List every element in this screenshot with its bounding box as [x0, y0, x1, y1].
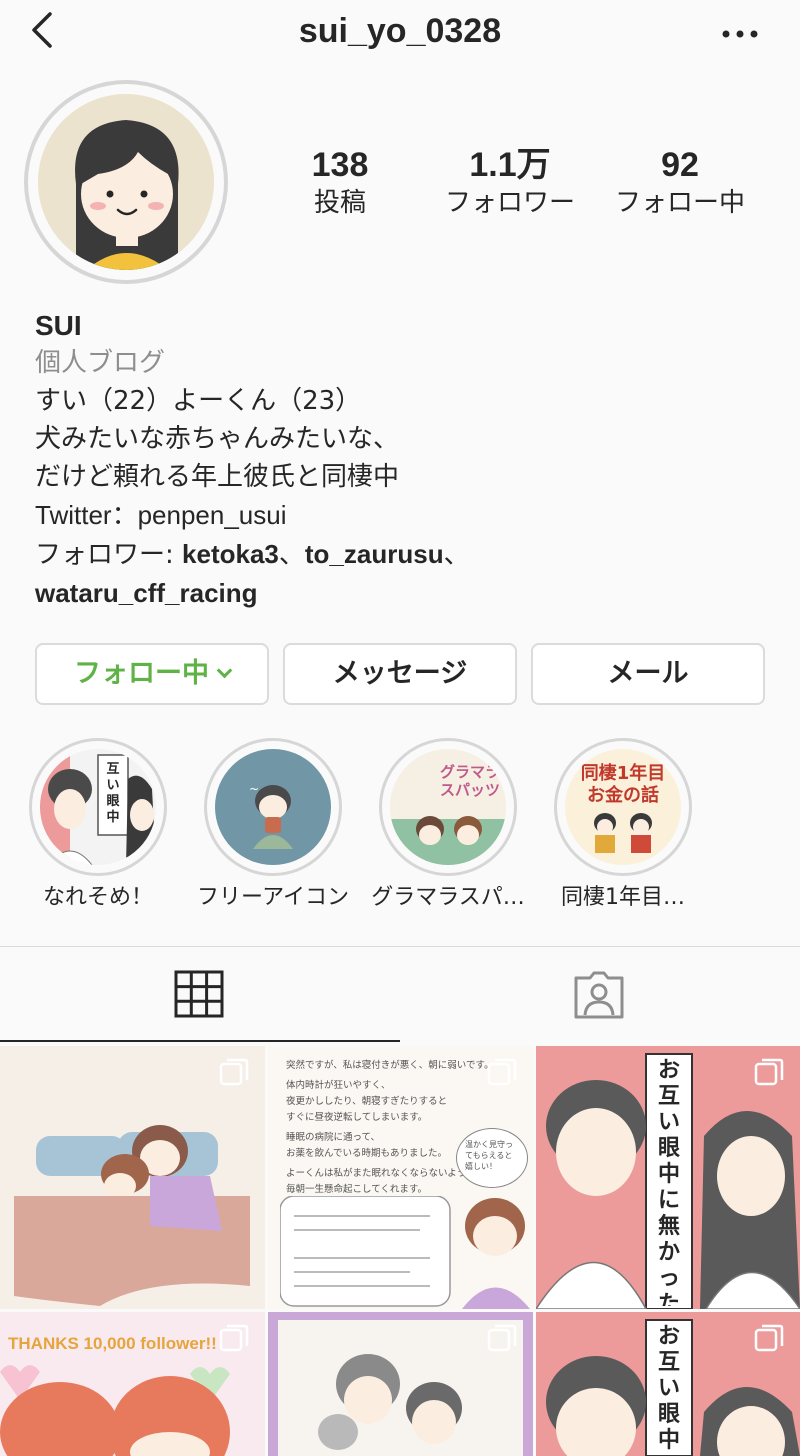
svg-text:~: ~	[249, 782, 259, 796]
highlight-label: 同棲1年目…	[561, 885, 685, 910]
stat-followers-count: 1.1万	[469, 146, 551, 184]
post-text-line: 体内時計が狂いやすく、	[286, 1080, 391, 1091]
bio-line-3: だけど頼れる年上彼氏と同棲中	[35, 462, 400, 492]
post-5[interactable]	[268, 1312, 533, 1456]
followed-by-user-3[interactable]: wataru_cff_racing	[35, 578, 258, 608]
avatar	[38, 94, 214, 270]
svg-text:お金の話: お金の話	[587, 784, 659, 806]
stat-posts-count: 138	[311, 146, 369, 184]
svg-text:中: 中	[106, 809, 119, 825]
multiple-posts-icon	[754, 1058, 784, 1086]
highlight-cover: 互 い 眼 中	[40, 749, 156, 865]
followed-by-prefix: フォロワー:	[35, 540, 183, 570]
post-text-line: 夜更かししたり、朝寝すぎたりすると	[286, 1096, 448, 1107]
post-6[interactable]: お互い眼中に無かった先輩後輩が付き合うまでの話	[536, 1312, 800, 1456]
highlight-cohabitation[interactable]: 同棲1年目 お金の話 同棲1年目…	[553, 738, 693, 910]
post-illustration	[280, 1196, 530, 1309]
highlight-label: グラマラスパ…	[371, 885, 525, 910]
multiple-posts-icon	[754, 1324, 784, 1352]
highlight-narasome[interactable]: 互 い 眼 中 なれそめ！	[28, 738, 168, 910]
following-button[interactable]: フォロー中	[35, 643, 269, 705]
tab-tagged[interactable]	[400, 946, 800, 1042]
highlight-cover: 同棲1年目 お金の話	[565, 749, 681, 865]
post-vertical-title: お互い眼中に無かった先輩後輩が付き合うまでの話③	[657, 1058, 680, 1306]
multiple-posts-icon	[487, 1324, 517, 1352]
followed-by-separator-2: 、	[443, 540, 470, 570]
highlight-free-icon[interactable]: ~ フリーアイコン	[197, 738, 349, 910]
multiple-posts-icon	[487, 1058, 517, 1086]
svg-text:同棲1年目: 同棲1年目	[581, 762, 666, 784]
post-text-line: すぐに昼夜逆転してしまいます。	[286, 1112, 428, 1123]
top-bar: sui_yo_0328	[0, 0, 800, 70]
post-text-line: 突然ですが、私は寝付きが悪く、朝に弱いです。	[286, 1060, 494, 1071]
stat-following-count: 92	[661, 146, 699, 184]
multiple-posts-icon	[219, 1324, 249, 1352]
svg-text:互: 互	[106, 762, 119, 777]
grid-icon	[174, 970, 224, 1018]
profile-bio: SUI 個人ブログ すい（22）よーくん（23） 犬みたいな赤ちゃんみたいな、 …	[35, 308, 775, 613]
profile-avatar-ring[interactable]	[24, 80, 228, 284]
stat-posts-label: 投稿	[313, 188, 366, 218]
bio-twitter-text: Twitter：penpen_usui	[35, 500, 287, 530]
multiple-posts-icon	[219, 1058, 249, 1086]
highlight-cover: ~	[215, 749, 331, 865]
speech-bubble: 温かく見守ってもらえると嬉しい！	[456, 1128, 528, 1188]
profile-category: 個人ブログ	[35, 348, 166, 378]
message-button-label: メッセージ	[332, 658, 468, 689]
post-3[interactable]: お互い眼中に無かった先輩後輩が付き合うまでの話③	[536, 1046, 800, 1309]
bio-followed-by: フォロワー: ketoka3、to_zaurusu、	[35, 535, 775, 574]
highlight-label: フリーアイコン	[196, 885, 350, 910]
highlight-label: なれそめ！	[42, 885, 153, 910]
svg-text:スパッツ: スパッツ	[440, 781, 500, 799]
svg-text:い: い	[106, 778, 119, 793]
stat-following-label: フォロー中	[614, 188, 745, 218]
post-2[interactable]: 突然ですが、私は寝付きが悪く、朝に弱いです。 体内時計が狂いやすく、 夜更かしし…	[268, 1046, 533, 1309]
stat-followers-label: フォロワー	[444, 188, 575, 218]
svg-text:眼: 眼	[106, 794, 120, 809]
post-1[interactable]	[0, 1046, 265, 1309]
profile-username: sui_yo_0328	[298, 12, 502, 50]
display-name: SUI	[35, 310, 82, 341]
highlight-ring: 互 い 眼 中	[29, 738, 167, 876]
bio-line-1: すい（22）よーくん（23）	[35, 386, 362, 416]
message-button[interactable]: メッセージ	[283, 643, 517, 705]
followed-by-separator: 、	[278, 540, 305, 570]
mail-button-label: メール	[607, 658, 689, 689]
chevron-down-icon	[216, 662, 233, 679]
highlight-glamorous[interactable]: グラマラ スパッツ グラマラスパ…	[371, 738, 525, 910]
highlight-ring: ~	[204, 738, 342, 876]
bio-followed-by-cont: wataru_cff_racing	[35, 574, 775, 613]
stat-posts[interactable]: 138 投稿	[290, 145, 390, 221]
stat-followers[interactable]: 1.1万 フォロワー	[435, 145, 585, 221]
mail-button[interactable]: メール	[531, 643, 765, 705]
post-vertical-title: お互い眼中に無かった先輩後輩が付き合うまでの話	[657, 1324, 680, 1453]
bio-line-2: 犬みたいな赤ちゃんみたいな、	[35, 424, 400, 454]
followed-by-user-1[interactable]: ketoka3	[182, 539, 279, 569]
stat-following[interactable]: 92 フォロー中	[605, 145, 755, 221]
svg-text:グラマラ: グラマラ	[440, 763, 500, 781]
followed-by-user-2[interactable]: to_zaurusu	[305, 539, 444, 569]
highlight-ring: グラマラ スパッツ	[379, 738, 517, 876]
following-button-label: フォロー中	[74, 658, 209, 689]
highlight-ring: 同棲1年目 お金の話	[554, 738, 692, 876]
tab-grid[interactable]	[0, 946, 400, 1042]
highlight-cover: グラマラ スパッツ	[390, 749, 506, 865]
post-4[interactable]: THANKS 10,000 follower!!	[0, 1312, 265, 1456]
bio-twitter: Twitter：penpen_usui	[35, 496, 775, 535]
more-options-icon[interactable]	[720, 20, 760, 50]
tagged-person-icon	[574, 971, 624, 1019]
